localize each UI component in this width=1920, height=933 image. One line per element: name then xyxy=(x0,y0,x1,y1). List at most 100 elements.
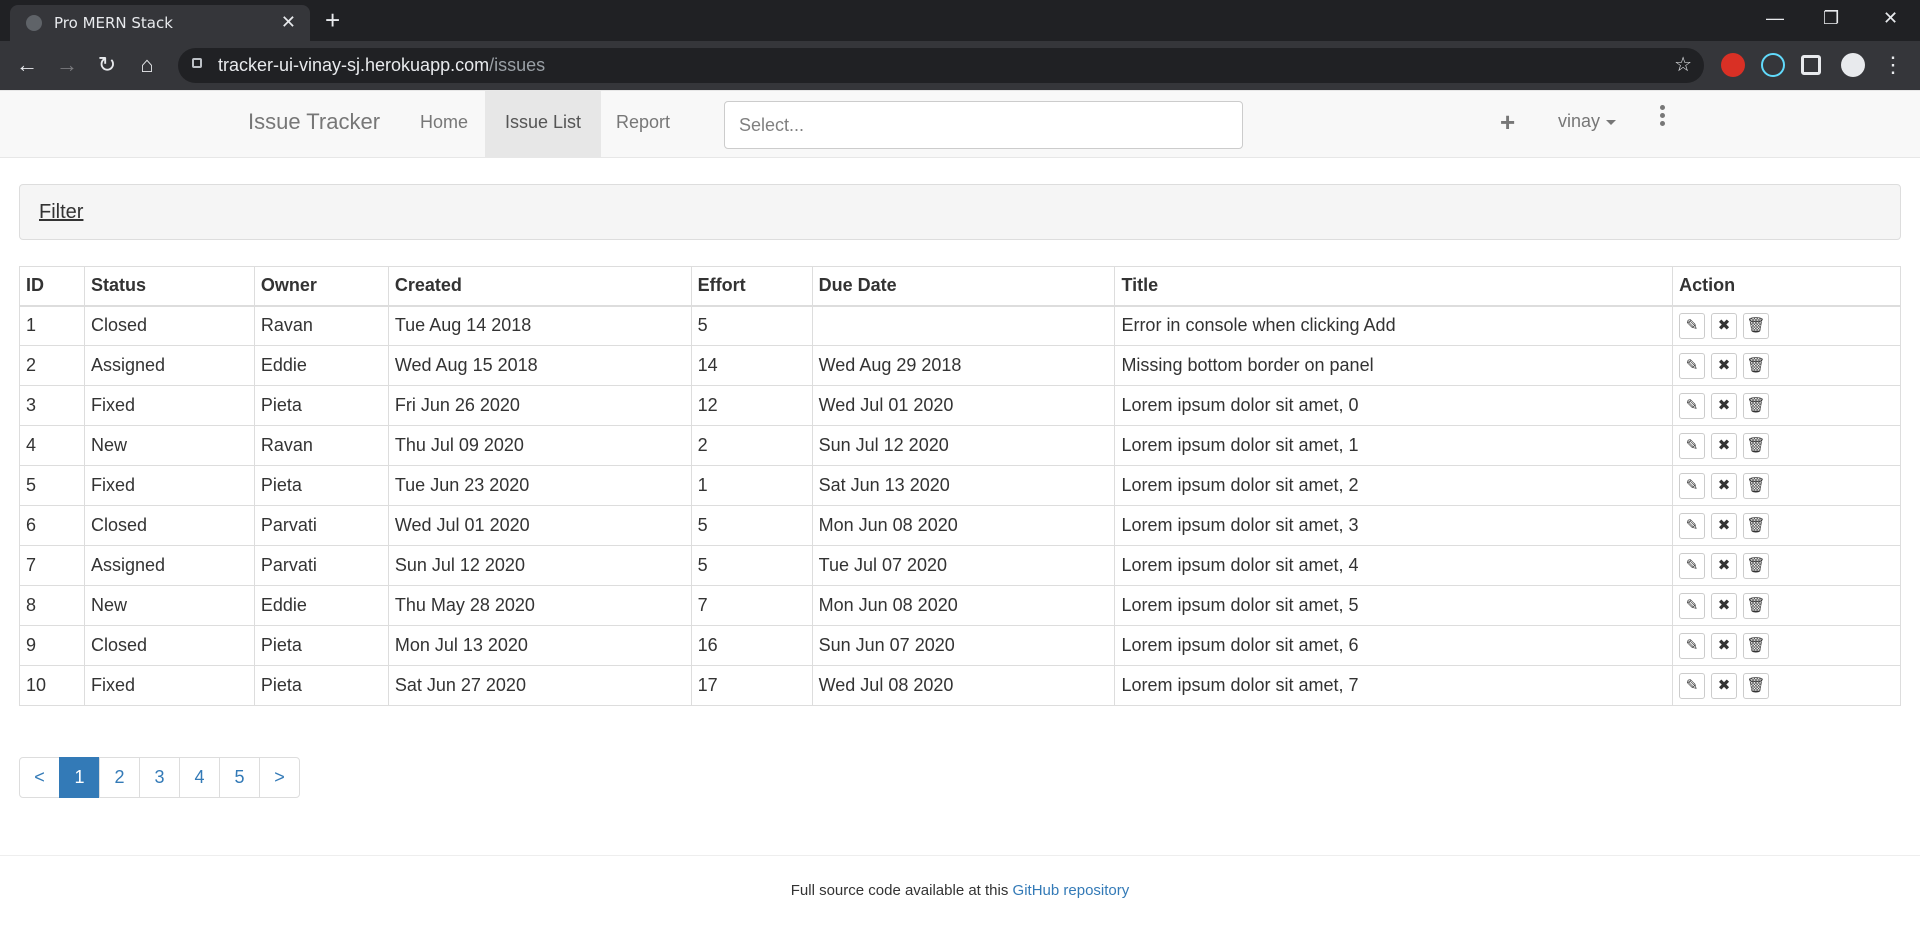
close-issue-icon[interactable]: ✖ xyxy=(1711,432,1738,459)
minimize-button[interactable]: — xyxy=(1766,6,1784,30)
issue-search-select[interactable]: Select... xyxy=(724,101,1243,149)
profile-icon[interactable] xyxy=(1841,53,1865,77)
page-prev[interactable]: < xyxy=(19,757,60,798)
delete-icon[interactable]: 🗑 xyxy=(1743,352,1770,379)
page-4[interactable]: 4 xyxy=(179,757,220,798)
cell-action: ✎ ✖ 🗑 xyxy=(1672,665,1901,706)
cell-action: ✎ ✖ 🗑 xyxy=(1672,585,1901,626)
nav-home[interactable]: Home xyxy=(400,91,488,158)
page-next[interactable]: > xyxy=(259,757,300,798)
favicon-icon xyxy=(26,15,42,31)
delete-icon[interactable]: 🗑 xyxy=(1743,512,1770,539)
ublock-icon[interactable] xyxy=(1721,53,1745,77)
edit-icon[interactable]: ✎ xyxy=(1679,352,1706,379)
close-issue-icon[interactable]: ✖ xyxy=(1711,592,1738,619)
github-link[interactable]: GitHub repository xyxy=(1013,882,1130,899)
home-icon[interactable]: ⌂ xyxy=(134,52,160,78)
cell-due-date: Tue Jul 07 2020 xyxy=(811,545,1116,586)
cell-created: Tue Jun 23 2020 xyxy=(387,465,692,506)
cell-title: Lorem ipsum dolor sit amet, 4 xyxy=(1114,545,1674,586)
delete-icon[interactable]: 🗑 xyxy=(1743,632,1770,659)
tab-title: Pro MERN Stack xyxy=(54,14,173,32)
cell-effort: 16 xyxy=(690,625,813,666)
new-tab-button[interactable]: + xyxy=(325,6,340,34)
add-issue-icon[interactable]: + xyxy=(1500,107,1515,138)
cell-owner: Pieta xyxy=(253,385,389,426)
delete-icon[interactable]: 🗑 xyxy=(1743,552,1770,579)
extensions-icon[interactable] xyxy=(1801,55,1821,75)
page-2[interactable]: 2 xyxy=(99,757,140,798)
cell-title: Error in console when clicking Add xyxy=(1114,305,1674,346)
delete-icon[interactable]: 🗑 xyxy=(1743,312,1770,339)
cell-owner: Ravan xyxy=(253,425,389,466)
cell-status: Closed xyxy=(83,305,255,346)
nav-issue-list[interactable]: Issue List xyxy=(485,91,602,158)
close-issue-icon[interactable]: ✖ xyxy=(1711,352,1738,379)
pagination: < 1 2 3 4 5 > xyxy=(19,757,300,798)
cell-created: Fri Jun 26 2020 xyxy=(387,385,692,426)
app-navbar: Issue Tracker Home Issue List Report Sel… xyxy=(0,90,1920,158)
close-issue-icon[interactable]: ✖ xyxy=(1711,672,1738,699)
delete-icon[interactable]: 🗑 xyxy=(1743,672,1770,699)
bookmark-star-icon[interactable]: ☆ xyxy=(1674,52,1692,77)
restore-button[interactable]: ❐ xyxy=(1823,6,1839,30)
url-text: tracker-ui-vinay-sj.herokuapp.com/issues xyxy=(218,55,546,75)
nav-report[interactable]: Report xyxy=(596,91,690,158)
close-issue-icon[interactable]: ✖ xyxy=(1711,552,1738,579)
tab-close-icon[interactable]: ✕ xyxy=(281,12,296,32)
cell-title: Lorem ipsum dolor sit amet, 0 xyxy=(1114,385,1674,426)
forward-icon[interactable]: → xyxy=(54,52,80,78)
delete-icon[interactable]: 🗑 xyxy=(1743,432,1770,459)
reload-icon[interactable]: ↻ xyxy=(94,52,120,78)
table-row: 6 Closed Parvati Wed Jul 01 2020 5 Mon Jun 08… xyxy=(19,505,1901,546)
close-issue-icon[interactable]: ✖ xyxy=(1711,512,1738,539)
cell-created: Mon Jul 13 2020 xyxy=(387,625,692,666)
browser-tab[interactable]: Pro MERN Stack ✕ xyxy=(10,5,310,41)
react-devtools-icon[interactable] xyxy=(1761,53,1785,77)
cell-status: Assigned xyxy=(83,545,255,586)
more-menu-icon[interactable] xyxy=(1658,105,1666,129)
cell-status: Closed xyxy=(83,625,255,666)
cell-effort: 5 xyxy=(690,305,813,346)
cell-owner: Eddie xyxy=(253,585,389,626)
close-issue-icon[interactable]: ✖ xyxy=(1711,392,1738,419)
page-1[interactable]: 1 xyxy=(59,757,100,798)
window-close-button[interactable]: ✕ xyxy=(1883,6,1898,30)
cell-created: Thu May 28 2020 xyxy=(387,585,692,626)
cell-effort: 1 xyxy=(690,465,813,506)
close-issue-icon[interactable]: ✖ xyxy=(1711,312,1738,339)
page-3[interactable]: 3 xyxy=(139,757,180,798)
cell-effort: 5 xyxy=(690,505,813,546)
edit-icon[interactable]: ✎ xyxy=(1679,432,1706,459)
header-id: ID xyxy=(19,266,85,307)
cell-id: 4 xyxy=(19,425,85,466)
browser-menu-icon[interactable]: ⋮ xyxy=(1880,52,1906,78)
delete-icon[interactable]: 🗑 xyxy=(1743,472,1770,499)
edit-icon[interactable]: ✎ xyxy=(1679,592,1706,619)
cell-effort: 14 xyxy=(690,345,813,386)
delete-icon[interactable]: 🗑 xyxy=(1743,592,1770,619)
address-bar[interactable]: tracker-ui-vinay-sj.herokuapp.com/issues… xyxy=(178,48,1704,83)
delete-icon[interactable]: 🗑 xyxy=(1743,392,1770,419)
close-issue-icon[interactable]: ✖ xyxy=(1711,472,1738,499)
cell-title: Lorem ipsum dolor sit amet, 1 xyxy=(1114,425,1674,466)
cell-owner: Pieta xyxy=(253,625,389,666)
edit-icon[interactable]: ✎ xyxy=(1679,632,1706,659)
edit-icon[interactable]: ✎ xyxy=(1679,312,1706,339)
filter-toggle[interactable]: Filter xyxy=(39,201,83,224)
edit-icon[interactable]: ✎ xyxy=(1679,672,1706,699)
user-dropdown[interactable]: vinay xyxy=(1558,111,1617,132)
edit-icon[interactable]: ✎ xyxy=(1679,552,1706,579)
edit-icon[interactable]: ✎ xyxy=(1679,392,1706,419)
edit-icon[interactable]: ✎ xyxy=(1679,512,1706,539)
page-5[interactable]: 5 xyxy=(219,757,260,798)
back-icon[interactable]: ← xyxy=(14,52,40,78)
close-issue-icon[interactable]: ✖ xyxy=(1711,632,1738,659)
browser-toolbar: ← → ↻ ⌂ tracker-ui-vinay-sj.herokuapp.co… xyxy=(0,41,1920,90)
cell-id: 9 xyxy=(19,625,85,666)
edit-icon[interactable]: ✎ xyxy=(1679,472,1706,499)
lock-icon xyxy=(192,58,202,68)
table-header-row: ID Status Owner Created Effort Due Date … xyxy=(19,266,1901,307)
brand[interactable]: Issue Tracker xyxy=(248,109,380,135)
cell-created: Wed Aug 15 2018 xyxy=(387,345,692,386)
